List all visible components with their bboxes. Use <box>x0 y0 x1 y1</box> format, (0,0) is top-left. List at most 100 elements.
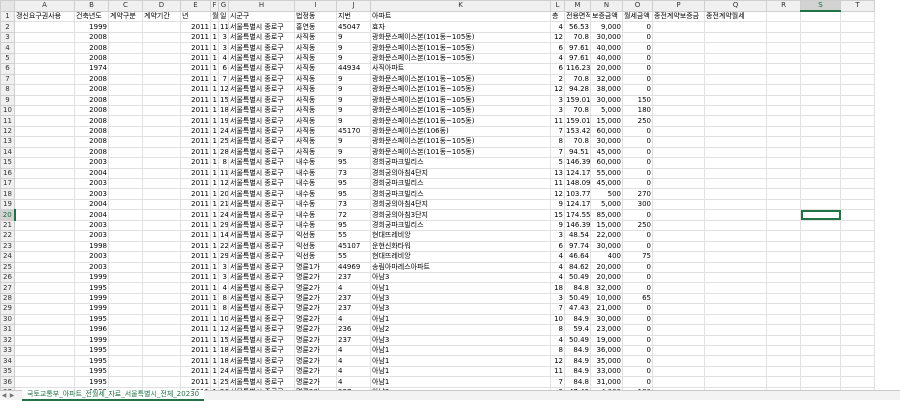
cell-n30[interactable]: 30,000 <box>590 313 623 326</box>
cell-a20[interactable] <box>14 209 75 221</box>
cell-j8[interactable]: 9 <box>336 84 371 96</box>
cell-o26[interactable]: 0 <box>622 271 653 284</box>
cell-q10[interactable] <box>704 104 767 117</box>
cell-b23[interactable]: 1998 <box>74 240 109 253</box>
cell-e25[interactable]: 2011 <box>180 261 211 273</box>
cell-b13[interactable]: 2008 <box>74 136 109 148</box>
cell-n24[interactable]: 400 <box>590 251 623 263</box>
cell-a17[interactable] <box>14 177 75 190</box>
cell-j19[interactable]: 73 <box>336 198 371 211</box>
cell-q11[interactable] <box>704 115 767 127</box>
cell-p6[interactable] <box>652 63 705 75</box>
cell-d23[interactable] <box>142 240 181 253</box>
cell-m2[interactable]: 56.53 <box>564 21 591 33</box>
cell-n35[interactable]: 33,000 <box>590 365 623 378</box>
cell-l33[interactable]: 8 <box>550 344 565 357</box>
cell-l34[interactable]: 12 <box>550 355 565 367</box>
cell-f18[interactable]: 1 <box>210 188 219 200</box>
cell-n12[interactable]: 60,000 <box>590 125 623 138</box>
cell-a7[interactable] <box>14 73 75 86</box>
cell-r16[interactable] <box>766 167 801 180</box>
cell-s6[interactable] <box>800 63 841 75</box>
row-header-35[interactable]: 35 <box>0 365 15 378</box>
cell-j28[interactable]: 237 <box>336 292 371 305</box>
cell-h30[interactable]: 서울특별시 종로구 <box>228 313 295 326</box>
cell-o24[interactable]: 75 <box>622 251 653 263</box>
cell-j34[interactable]: 4 <box>336 355 371 367</box>
cell-i7[interactable]: 사직동 <box>294 73 337 86</box>
cell-h28[interactable]: 서울특별시 종로구 <box>228 292 295 305</box>
cell-r12[interactable] <box>766 125 801 138</box>
cell-b18[interactable]: 2003 <box>74 188 109 200</box>
row-header-12[interactable]: 12 <box>0 125 15 138</box>
cell-m23[interactable]: 97.74 <box>564 240 591 253</box>
cell-t33[interactable] <box>840 344 875 357</box>
cell-e35[interactable]: 2011 <box>180 365 211 378</box>
cell-i3[interactable]: 사직동 <box>294 31 337 44</box>
cell-j17[interactable]: 95 <box>336 177 371 190</box>
cell-d24[interactable] <box>142 251 181 263</box>
cell-r15[interactable] <box>766 157 801 169</box>
cell-h31[interactable]: 서울특별시 종로구 <box>228 324 295 336</box>
cell-q36[interactable] <box>704 376 767 388</box>
cell-p20[interactable] <box>652 209 705 221</box>
cell-i18[interactable]: 내수동 <box>294 188 337 200</box>
cell-s20[interactable] <box>800 209 841 221</box>
cell-k1[interactable]: 아파트 <box>370 10 551 23</box>
column-header-l[interactable]: L <box>550 0 565 12</box>
row-header-30[interactable]: 30 <box>0 313 15 326</box>
cell-o19[interactable]: 300 <box>622 198 653 211</box>
cell-c2[interactable] <box>108 21 143 33</box>
cell-j22[interactable]: 55 <box>336 230 371 242</box>
cell-j31[interactable]: 236 <box>336 324 371 336</box>
cell-s12[interactable] <box>800 125 841 138</box>
cell-h9[interactable]: 서울특별시 종로구 <box>228 94 295 106</box>
cell-t10[interactable] <box>840 104 875 117</box>
cell-i19[interactable]: 내수동 <box>294 198 337 211</box>
column-header-b[interactable]: B <box>74 0 109 12</box>
cell-e14[interactable]: 2011 <box>180 146 211 159</box>
cell-o25[interactable]: 0 <box>622 261 653 273</box>
cell-r28[interactable] <box>766 292 801 305</box>
cell-j6[interactable]: 44934 <box>336 63 371 75</box>
cell-g14[interactable]: 28 <box>218 146 229 159</box>
cell-c19[interactable] <box>108 198 143 211</box>
cell-t8[interactable] <box>840 84 875 96</box>
cell-h20[interactable]: 서울특별시 종로구 <box>228 209 295 221</box>
cell-c32[interactable] <box>108 334 143 347</box>
cell-g19[interactable]: 21 <box>218 198 229 211</box>
row-header-13[interactable]: 13 <box>0 136 15 148</box>
cell-q16[interactable] <box>704 167 767 180</box>
row-header-15[interactable]: 15 <box>0 157 15 169</box>
cell-t29[interactable] <box>840 303 875 315</box>
cell-e28[interactable]: 2011 <box>180 292 211 305</box>
cell-i24[interactable]: 익선동 <box>294 251 337 263</box>
cell-r18[interactable] <box>766 188 801 200</box>
cell-c33[interactable] <box>108 344 143 357</box>
cell-f15[interactable]: 1 <box>210 157 219 169</box>
cell-f16[interactable]: 1 <box>210 167 219 180</box>
cell-d15[interactable] <box>142 157 181 169</box>
cell-j32[interactable]: 237 <box>336 334 371 347</box>
cell-o1[interactable]: 월세금액 <box>622 10 653 23</box>
cell-o28[interactable]: 65 <box>622 292 653 305</box>
cell-p12[interactable] <box>652 125 705 138</box>
cell-t26[interactable] <box>840 271 875 284</box>
cell-o31[interactable]: 0 <box>622 324 653 336</box>
cell-p33[interactable] <box>652 344 705 357</box>
cell-m28[interactable]: 50.49 <box>564 292 591 305</box>
cell-f2[interactable]: 1 <box>210 21 219 33</box>
cell-p30[interactable] <box>652 313 705 326</box>
cell-h6[interactable]: 서울특별시 종로구 <box>228 63 295 75</box>
cell-t34[interactable] <box>840 355 875 367</box>
cell-o21[interactable]: 250 <box>622 219 653 232</box>
column-header-o[interactable]: O <box>622 0 653 12</box>
cell-p16[interactable] <box>652 167 705 180</box>
cell-f22[interactable]: 1 <box>210 230 219 242</box>
cell-f33[interactable]: 1 <box>210 344 219 357</box>
cell-q21[interactable] <box>704 219 767 232</box>
cell-k6[interactable]: 사직아파트 <box>370 63 551 75</box>
cell-e11[interactable]: 2011 <box>180 115 211 127</box>
cell-k34[interactable]: 아남1 <box>370 355 551 367</box>
cell-p27[interactable] <box>652 282 705 294</box>
